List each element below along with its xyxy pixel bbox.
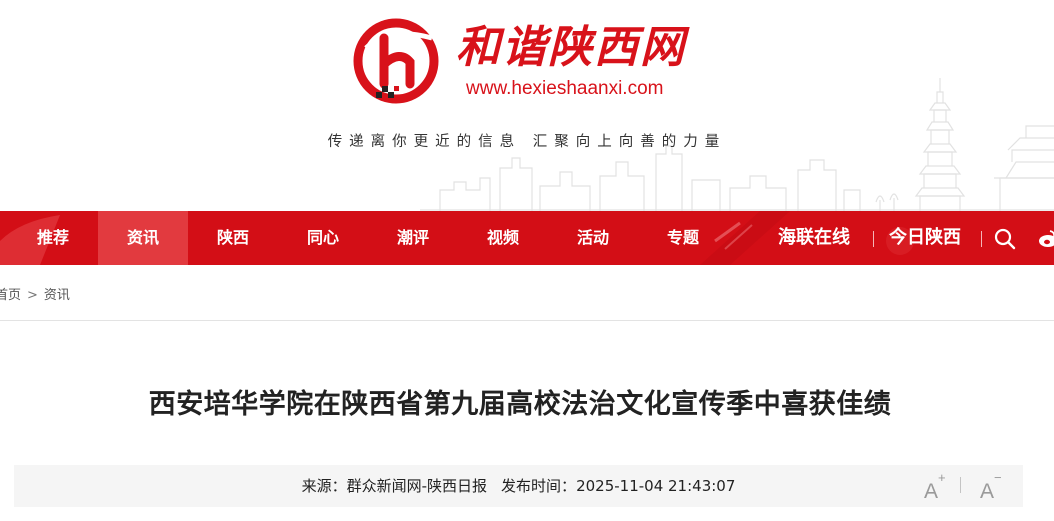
nav-tab-tuijian[interactable]: 推荐 [8,211,98,265]
breadcrumb-divider [0,320,1054,321]
font-decrease-button[interactable]: A− [980,470,1002,503]
breadcrumb-current[interactable]: 资讯 [44,288,70,303]
search-icon[interactable] [993,227,1017,251]
nav-tab-shaanxi[interactable]: 陕西 [188,211,278,265]
publish-time: 2025-11-04 21:43:07 [576,477,736,495]
logo-mark-icon [353,18,439,104]
font-decrease-letter: A [980,480,995,503]
breadcrumb-home[interactable]: 首页 [0,288,21,303]
nav-tab-huodong[interactable]: 活动 [548,211,638,265]
weibo-icon[interactable] [1038,227,1054,251]
breadcrumb-separator: > [27,288,38,303]
article-meta: 来源：群众新闻网-陕西日报 发布时间：2025-11-04 21:43:07 [14,475,1023,496]
logo-text: 和谐陕西网 [456,22,686,73]
nav-tab-chaoping[interactable]: 潮评 [368,211,458,265]
logo-url: www.hexieshaanxi.com [466,78,664,99]
page: 和谐陕西网 www.hexieshaanxi.com 传递离你更近的信息 汇聚向… [0,0,1054,521]
site-header: 和谐陕西网 www.hexieshaanxi.com 传递离你更近的信息 汇聚向… [0,0,1054,211]
hailian-online-link[interactable]: 海联在线 [778,211,850,265]
font-decrease-sign: − [994,470,1002,485]
nav-divider [873,231,874,247]
nav-tab-zixun[interactable]: 资讯 [98,211,188,265]
nav-tab-shipin[interactable]: 视频 [458,211,548,265]
site-logo[interactable]: 和谐陕西网 www.hexieshaanxi.com [348,18,688,108]
article-title: 西安培华学院在陕西省第九届高校法治文化宣传季中喜获佳绩 [148,389,892,420]
today-shaanxi-link[interactable]: 今日陕西 [889,211,961,265]
main-nav: 推荐 资讯 陕西 同心 潮评 视频 活动 专题 海联在线 今日陕西 [0,211,1054,265]
font-increase-letter: A [924,480,939,503]
source-label: 来源： [301,477,347,495]
nav-tab-zhuanti[interactable]: 专题 [638,211,728,265]
article-source: 群众新闻网-陕西日报 [346,477,488,495]
nav-divider [981,231,982,247]
font-size-divider [960,477,961,493]
breadcrumb: 首页 > 资讯 [0,284,70,304]
site-slogan: 传递离你更近的信息 汇聚向上向善的力量 [327,134,727,150]
font-increase-sign: + [938,470,946,485]
nav-tab-tongxin[interactable]: 同心 [278,211,368,265]
font-increase-button[interactable]: A+ [924,470,946,503]
time-label: 发布时间： [501,477,577,495]
article-meta-bar: 来源：群众新闻网-陕西日报 发布时间：2025-11-04 21:43:07 A+… [14,465,1023,507]
